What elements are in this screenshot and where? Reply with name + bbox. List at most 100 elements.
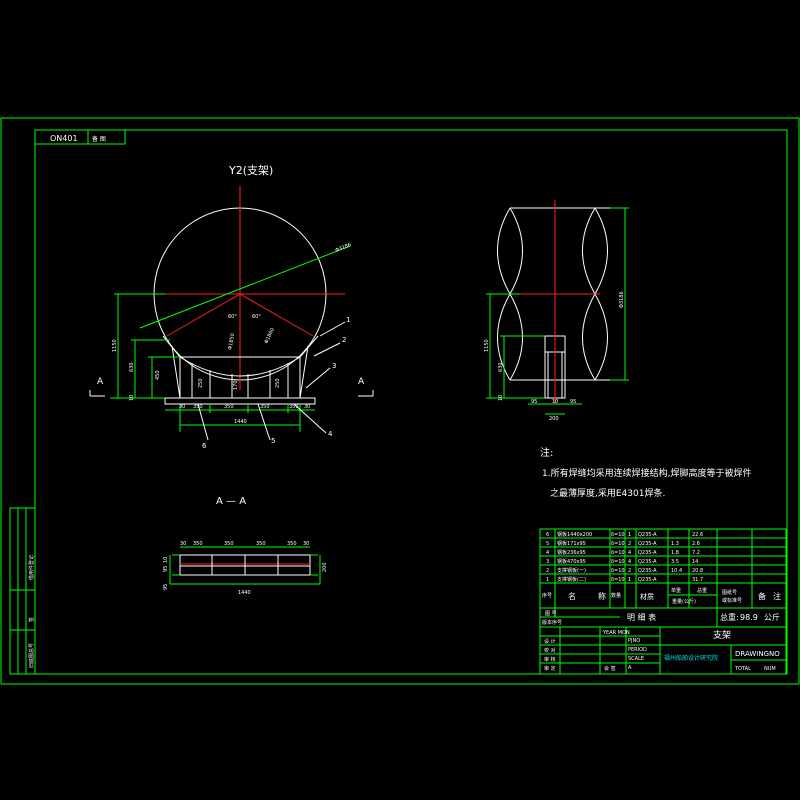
svg-text:3: 3 <box>546 559 549 565</box>
svg-text:δ=10: δ=10 <box>611 532 625 538</box>
bom-row-1: 1 支撑钢板(二) δ=10 1 Q235-A 31.7 <box>546 576 703 583</box>
svg-text:31.7: 31.7 <box>692 577 703 583</box>
svg-text:备: 备 <box>758 591 766 601</box>
callout-1: 1 <box>346 316 350 324</box>
r-inner2: Φ1860 <box>264 327 276 345</box>
side-view <box>486 200 629 415</box>
side-w-total: 200 <box>549 416 559 422</box>
svg-text:名: 名 <box>568 591 576 601</box>
tb-ym: YEAR MON <box>602 630 630 636</box>
svg-text:5: 5 <box>546 541 549 547</box>
svg-text:1: 1 <box>546 577 549 583</box>
section-plate <box>169 546 321 585</box>
w-seg-3: 350 <box>260 404 270 410</box>
svg-text:钢板1440x200: 钢板1440x200 <box>557 531 592 538</box>
tb-rev: A <box>628 665 632 671</box>
sec-h-r: 200 <box>322 562 328 572</box>
svg-text:δ=10: δ=10 <box>611 577 625 583</box>
strip-label-3: 旧底图总号 <box>28 643 35 668</box>
svg-text:Q235-A: Q235-A <box>638 550 657 556</box>
svg-text:Q235-A: Q235-A <box>638 559 657 565</box>
ang-left: 60° <box>228 314 237 320</box>
bom-row-6: 6 钢板1440x200 δ=10 1 Q235-A 22.6 <box>546 531 703 538</box>
bom-total-unit: 公斤 <box>764 612 780 622</box>
sec-w-total: 1440 <box>238 590 251 596</box>
h-base: 10 <box>129 395 135 401</box>
tb-drawing-no: DRAWINGNO <box>735 650 780 658</box>
drawing-tag: 备 图 <box>92 135 106 143</box>
h-a: 250 <box>198 378 204 388</box>
h-b: 170 <box>233 380 239 390</box>
callout-2: 2 <box>342 336 346 344</box>
svg-text:2.6: 2.6 <box>692 541 700 547</box>
svg-text:钢板236x95: 钢板236x95 <box>557 549 586 556</box>
sec-seg-4: 350 <box>287 541 297 547</box>
svg-text:单重: 单重 <box>671 587 681 594</box>
h-total: 1150 <box>112 339 118 352</box>
svg-text:2: 2 <box>628 568 631 574</box>
svg-text:10.4: 10.4 <box>671 568 682 574</box>
h-c: 250 <box>275 378 281 388</box>
section-mark-right: A <box>358 377 365 387</box>
svg-text:数量: 数量 <box>611 592 621 599</box>
svg-text:2: 2 <box>546 568 549 574</box>
sec-seg-3: 350 <box>256 541 266 547</box>
w-seg-0: 30 <box>179 404 185 410</box>
tb-company: 福州船舶设计研究院 <box>664 654 718 662</box>
sec-h-a: 95 <box>163 566 169 572</box>
svg-text:Q235-A: Q235-A <box>638 577 657 583</box>
h-inner: 450 <box>155 370 161 380</box>
bom-header: 序号 名 称 数量 材质 单重 总重 重量(公斤) 图纸号 或标准号 备 注 <box>542 587 781 605</box>
svg-text:20.8: 20.8 <box>692 568 703 574</box>
main-dia: Φ3186 <box>335 242 353 254</box>
side-h-left: 630 <box>498 362 504 372</box>
bom-row-4: 4 钢板236x95 δ=10 4 Q235-A 1.8 7.2 <box>546 549 700 556</box>
bom-row-5: 5 钢板171x95 δ=10 2 Q235-A 1.3 2.6 <box>546 540 700 547</box>
h-left: 630 <box>129 362 135 372</box>
bom-row-3: 3 钢板470x95 δ=10 4 Q235-A 3.5 14 <box>546 558 698 565</box>
svg-text:4: 4 <box>628 550 631 556</box>
tb-total: TOTAL <box>734 666 751 672</box>
svg-text:δ=10: δ=10 <box>611 559 625 565</box>
bom-total-label: 总重: <box>720 612 739 622</box>
svg-text:支撑钢板(一): 支撑钢板(一) <box>557 567 586 574</box>
svg-text:7.2: 7.2 <box>692 550 700 556</box>
ang-right: 60° <box>252 314 261 320</box>
tb-period: PERIOD <box>628 647 647 653</box>
sec-seg-1: 350 <box>193 541 203 547</box>
svg-text:钢板171x95: 钢板171x95 <box>557 540 586 547</box>
notes-line2: 之最薄厚度,采用E4301焊条. <box>550 487 665 499</box>
svg-text:序号: 序号 <box>542 592 552 599</box>
side-w-c: 95 <box>570 399 576 405</box>
left-strip: 借用件登记 签 旧底图总号 <box>9 507 36 675</box>
tb-role1: 设 计 <box>544 638 556 645</box>
tb-role2: 校 对 <box>544 647 556 654</box>
main-view-title: Y2(支架) <box>228 164 273 177</box>
svg-text:支撑钢板(二): 支撑钢板(二) <box>557 576 586 583</box>
tb-num: NUM <box>764 666 776 672</box>
tb-role3: 审 核 <box>544 656 556 663</box>
callout-5: 5 <box>271 437 275 445</box>
callout-4: 4 <box>328 430 333 438</box>
svg-text:图纸号: 图纸号 <box>722 589 737 596</box>
sec-seg-2: 350 <box>224 541 234 547</box>
svg-text:4: 4 <box>546 550 549 556</box>
tb-role4: 审 定 <box>544 665 556 672</box>
svg-text:δ=10: δ=10 <box>611 541 625 547</box>
strip-label-1: 借用件登记 <box>28 555 35 580</box>
w-total: 1440 <box>234 419 247 425</box>
svg-text:δ=10: δ=10 <box>611 568 625 574</box>
sec-seg-0: 30 <box>180 541 186 547</box>
section-mark-left: A <box>97 377 104 387</box>
bom-row-2: 2 支撑钢板(一) δ=10 2 Q235-A 10.4 20.8 <box>546 567 703 574</box>
drawing-code-box <box>34 129 126 145</box>
svg-text:3.5: 3.5 <box>671 559 679 565</box>
strip-label-2: 签 <box>28 617 35 622</box>
svg-text:称: 称 <box>598 591 606 601</box>
svg-text:总重: 总重 <box>697 587 707 594</box>
side-w-a: 95 <box>531 399 537 405</box>
svg-text:重量(公斤): 重量(公斤) <box>672 598 696 605</box>
drawing-code: ON401 <box>50 134 78 143</box>
svg-text:Q235-A: Q235-A <box>638 568 657 574</box>
side-dia: Φ3186 <box>619 291 625 308</box>
